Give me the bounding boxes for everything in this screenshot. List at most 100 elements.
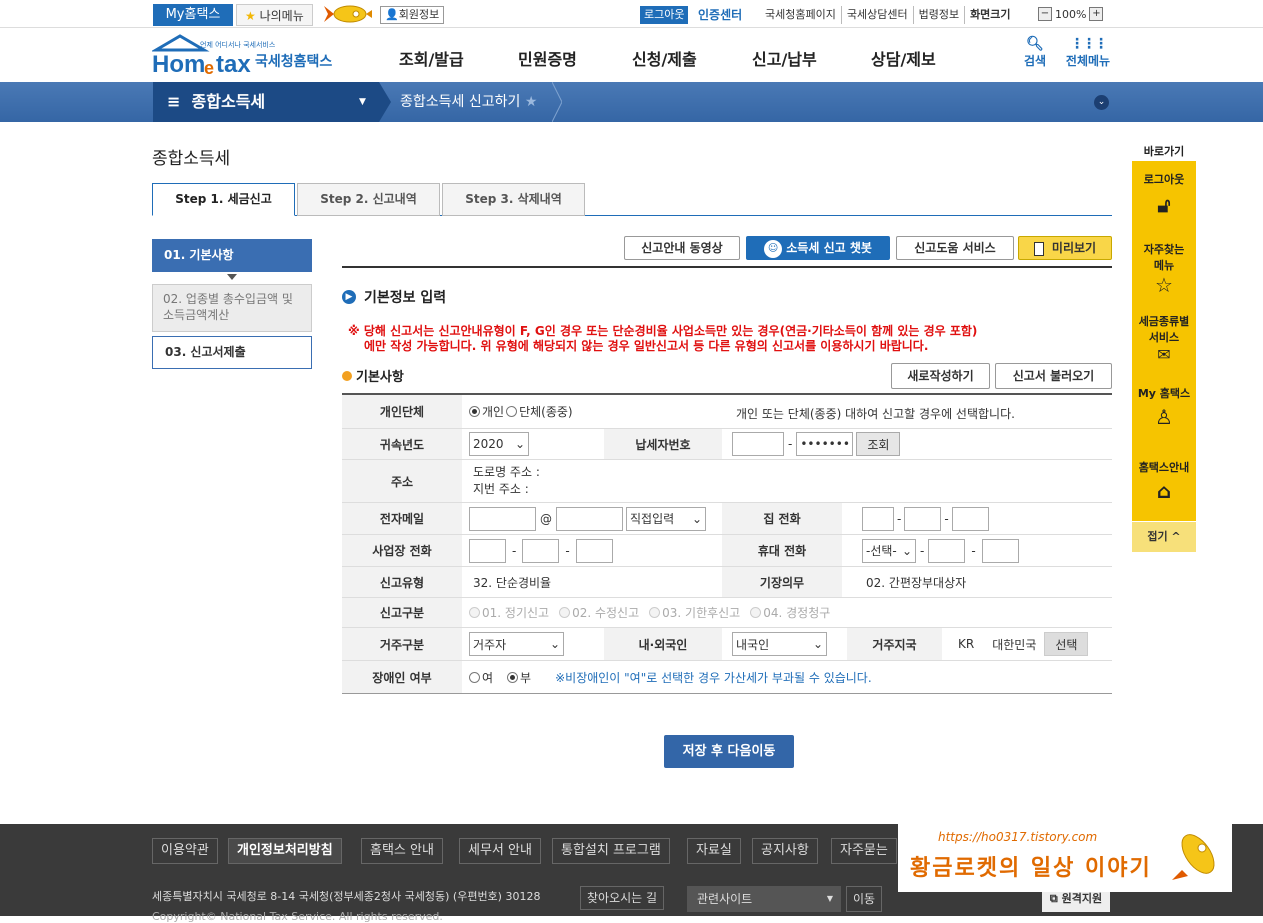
rocket-icon (324, 5, 372, 23)
tab-step2[interactable]: Step 2. 신고내역 (297, 183, 440, 216)
mobile-3[interactable] (981, 538, 1019, 563)
quick-logout[interactable]: 로그아웃 🔓︎ (1132, 171, 1196, 217)
footer-notice[interactable]: 공지사항 (752, 838, 818, 864)
my-menu-button[interactable]: ★ 나의메뉴 (236, 4, 313, 26)
radio-late-label: 03. 기한후신고 (662, 606, 741, 620)
taxpayer-id-back[interactable]: ••••••• (796, 432, 854, 456)
tax-counsel-link[interactable]: 국세상담센터 (840, 6, 913, 24)
email-id-input[interactable] (469, 506, 536, 531)
quick-tax-service[interactable]: 세금종류별 서비스 ✉ (1132, 313, 1196, 364)
residence-select[interactable]: 거주자 (469, 632, 564, 656)
member-info-label: 회원정보 (398, 8, 440, 21)
guide-video-button[interactable]: 신고안내 동영상 (624, 236, 740, 260)
radio-disabled-yes[interactable] (469, 671, 480, 683)
form-row: 장애인 여부 여 부 ※비장애인이 "여"로 선택한 경우 가산세가 부과될 수… (342, 661, 1112, 694)
radio-correction[interactable] (750, 607, 762, 618)
mobile-prefix-select[interactable]: -선택- (862, 538, 916, 563)
find-way-button[interactable]: 찾아오시는 길 (580, 886, 665, 910)
zoom-out-button[interactable]: − (1038, 7, 1052, 21)
nts-homepage-link[interactable]: 국세청홈페이지 (760, 6, 841, 24)
nav-certificate[interactable]: 민원증명 (518, 46, 577, 70)
related-site-select[interactable]: 관련사이트 ▼ (687, 886, 841, 912)
quick-hometax-guide[interactable]: 홈택스안내 ⌂ (1132, 459, 1196, 503)
nav-inquiry[interactable]: 조회/발급 (399, 46, 464, 70)
biz-phone-3[interactable] (575, 538, 613, 563)
mobile-2[interactable] (928, 538, 966, 563)
radio-disabled-no[interactable] (507, 671, 519, 683)
help-service-button[interactable]: 신고도움 서비스 (896, 236, 1014, 260)
chatbot-button[interactable]: ☺ 소득세 신고 챗봇 (746, 236, 890, 260)
all-menu-button[interactable]: ⋮⋮⋮ 전체메뉴 (1062, 36, 1114, 69)
year-select[interactable]: 2020 (469, 432, 529, 456)
nav-application[interactable]: 신청/제출 (632, 46, 697, 70)
cert-center-link[interactable]: 인증센터 (698, 6, 742, 24)
home-phone-label: 집 전화 (722, 503, 842, 534)
radio-amend[interactable] (559, 607, 571, 618)
footer-hometax-guide[interactable]: 홈택스 안내 (361, 838, 443, 864)
logout-button[interactable]: 로그아웃 (640, 6, 689, 24)
form-row: 신고유형 32. 단순경비율 기장의무 02. 간편장부대상자 (342, 567, 1112, 598)
member-info-button[interactable]: 👤회원정보 (380, 6, 445, 24)
radio-late[interactable] (649, 607, 661, 618)
law-info-link[interactable]: 법령정보 (912, 6, 964, 24)
year-label: 귀속년도 (342, 429, 462, 459)
individual-label: 개인단체 (342, 395, 462, 428)
side-nav-submit[interactable]: 03. 신고서제출 (152, 336, 312, 369)
country-select-button[interactable]: 선택 (1044, 632, 1089, 656)
save-next-button[interactable]: 저장 후 다음이동 (664, 735, 794, 768)
preview-button[interactable]: 미리보기 (1018, 236, 1112, 260)
footer-terms[interactable]: 이용약관 (152, 838, 218, 864)
footer-install[interactable]: 통합설치 프로그램 (552, 838, 670, 864)
search-icon: 🔍︎ (1026, 36, 1044, 52)
remote-support-label: 원격지원 (1061, 892, 1103, 905)
side-nav-income-calc[interactable]: 02. 업종별 총수입금액 및 소득금액계산 (152, 284, 312, 332)
radio-group[interactable] (506, 406, 518, 417)
logo-text: 국세청홈택스 (255, 54, 333, 70)
footer-archive[interactable]: 자료실 (687, 838, 741, 864)
header: Hom e tax 언제 어디서나 국세서비스 국세청홈택스 조회/발급 민원증… (0, 28, 1263, 82)
my-hometax-button[interactable]: My홈택스 (153, 4, 233, 26)
taxpayer-id-front[interactable] (732, 432, 784, 456)
biz-phone-1[interactable] (469, 538, 506, 563)
side-nav-basic[interactable]: 01. 기본사항 (152, 239, 312, 272)
zoom-level: 100% (1055, 7, 1087, 21)
home-phone-2[interactable] (904, 506, 942, 531)
radio-regular[interactable] (469, 607, 480, 618)
quick-my-hometax[interactable]: My 홈택스 ♙ (1132, 385, 1196, 429)
email-domain-input[interactable] (556, 506, 623, 531)
email-domain-select[interactable]: 직접입력 (626, 506, 706, 531)
remote-icon: ⧉ (1049, 892, 1058, 905)
go-button[interactable]: 이동 (846, 886, 883, 912)
lookup-button[interactable]: 조회 (856, 432, 901, 456)
biz-phone-2[interactable] (522, 538, 560, 563)
radio-individual[interactable] (469, 406, 480, 417)
residence-select-value: 거주자 (473, 637, 507, 652)
tab-step1[interactable]: Step 1. 세금신고 (152, 183, 295, 216)
menu-dropdown[interactable]: ≡ 종합소득세 ▼ (153, 82, 379, 122)
favorite-star-icon[interactable]: ★ (525, 94, 538, 110)
form-row: 전자메일 @ 직접입력 집 전화 - - (342, 503, 1112, 535)
home-phone-1[interactable] (862, 506, 894, 531)
rocket-icon-large (1172, 834, 1215, 880)
nav-counsel[interactable]: 상담/제보 (871, 46, 936, 70)
nationality-select-value: 내국인 (736, 637, 770, 652)
section-title: ▶ 기본정보 입력 (342, 287, 446, 307)
bookkeeping-label: 기장의무 (722, 567, 842, 597)
crumb-separator-icon (379, 82, 391, 122)
footer-privacy[interactable]: 개인정보처리방침 (228, 838, 342, 864)
quickbar-close-button[interactable]: 접기 ^ (1132, 522, 1196, 552)
footer-taxoffice[interactable]: 세무서 안내 (459, 838, 541, 864)
individual-help: 개인 또는 단체(종중) 대하여 신고할 경우에 선택합니다. (736, 407, 1015, 421)
quick-frequent-menu[interactable]: 자주찾는 메뉴 ☆ (1132, 241, 1196, 297)
search-button[interactable]: 🔍︎ 검색 (1020, 36, 1050, 69)
expand-icon[interactable]: ⌄ (1094, 95, 1109, 110)
tab-step3[interactable]: Step 3. 삭제내역 (442, 183, 585, 216)
nav-report-payment[interactable]: 신고/납부 (752, 46, 817, 70)
email-at-sign: @ (540, 511, 552, 526)
new-write-button[interactable]: 새로작성하기 (891, 363, 990, 389)
zoom-in-button[interactable]: + (1089, 7, 1104, 21)
nationality-select[interactable]: 내국인 (732, 632, 827, 656)
load-report-button[interactable]: 신고서 불러오기 (995, 363, 1112, 389)
footer-faq[interactable]: 자주묻는 (831, 838, 897, 864)
home-phone-3[interactable] (951, 506, 989, 531)
